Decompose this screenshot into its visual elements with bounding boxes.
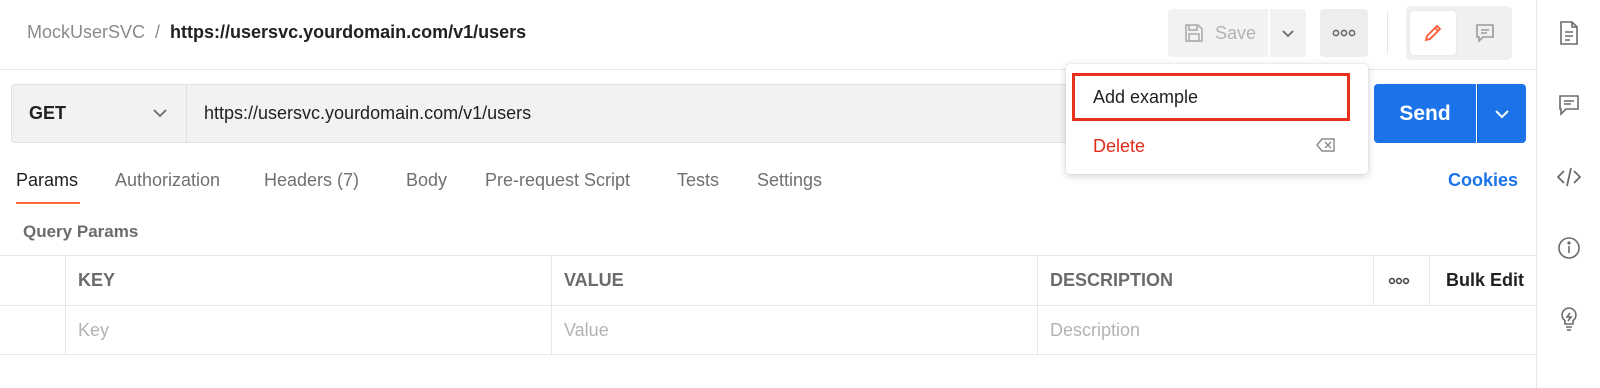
documentation-button[interactable] — [1554, 18, 1584, 48]
document-icon — [1560, 21, 1578, 45]
more-icon — [1388, 277, 1410, 284]
comment-icon — [1476, 24, 1494, 43]
tab-headers[interactable]: Headers (7) — [264, 170, 359, 206]
right-sidebar — [1536, 0, 1600, 388]
description-input[interactable]: Description — [1038, 306, 1528, 355]
edit-mode-button[interactable] — [1410, 11, 1456, 55]
save-button[interactable]: Save — [1168, 9, 1268, 57]
pencil-icon — [1424, 24, 1442, 42]
chevron-down-icon — [1495, 109, 1509, 118]
toolbar-divider — [1387, 12, 1388, 54]
code-icon — [1557, 167, 1581, 187]
tab-body[interactable]: Body — [406, 170, 447, 206]
comment-mode-button[interactable] — [1462, 11, 1508, 55]
breadcrumb-separator: / — [155, 22, 161, 42]
backspace-icon — [1316, 137, 1336, 158]
code-snippet-button[interactable] — [1554, 162, 1584, 192]
menu-item-delete-label: Delete — [1093, 135, 1146, 156]
table-row: Key Value Description — [0, 305, 1536, 355]
column-header-description: DESCRIPTION — [1050, 270, 1174, 290]
cookies-link[interactable]: Cookies — [1448, 170, 1518, 191]
top-bar: MockUserSVC / https://usersvc.yourdomain… — [0, 0, 1536, 70]
info-button[interactable] — [1554, 233, 1584, 263]
save-icon — [1185, 24, 1203, 42]
breadcrumb-collection[interactable]: MockUserSVC — [27, 22, 145, 43]
tab-settings[interactable]: Settings — [757, 170, 822, 206]
column-header-value: VALUE — [564, 270, 624, 290]
tab-tests[interactable]: Tests — [677, 170, 719, 206]
request-editor: MockUserSVC / https://usersvc.yourdomain… — [0, 0, 1536, 388]
send-options-button[interactable] — [1477, 84, 1526, 143]
more-actions-button[interactable] — [1320, 9, 1368, 57]
view-mode-toggle — [1406, 6, 1512, 60]
lightbulb-icon — [1561, 307, 1577, 331]
column-header-key: KEY — [78, 270, 116, 290]
info-icon — [1558, 237, 1580, 259]
more-actions-menu: Add example Delete — [1066, 64, 1368, 174]
comments-icon — [1559, 95, 1579, 116]
tab-pre-request-script[interactable]: Pre-request Script — [485, 170, 630, 206]
table-header-row: KEY VALUE DESCRIPTION Bulk Edit — [0, 255, 1536, 305]
tab-params[interactable]: Params — [16, 170, 78, 206]
active-tab-indicator — [16, 202, 80, 204]
comments-button[interactable] — [1554, 90, 1584, 120]
tab-authorization[interactable]: Authorization — [115, 170, 220, 206]
value-input[interactable]: Value — [552, 306, 1037, 355]
more-icon — [1332, 29, 1356, 37]
chevron-down-icon — [152, 105, 168, 126]
table-options-button[interactable] — [1374, 256, 1429, 305]
bulk-edit-button[interactable]: Bulk Edit — [1430, 256, 1524, 305]
method-select[interactable]: GET — [11, 84, 186, 143]
method-value: GET — [29, 103, 67, 123]
send-button[interactable]: Send — [1374, 84, 1476, 143]
chevron-down-icon — [1282, 30, 1294, 38]
menu-item-delete[interactable]: Delete — [1072, 124, 1350, 168]
save-options-button[interactable] — [1270, 9, 1306, 57]
query-params-title: Query Params — [23, 222, 139, 241]
breadcrumb-request-name[interactable]: https://usersvc.yourdomain.com/v1/users — [170, 22, 526, 43]
suggestions-button[interactable] — [1554, 304, 1584, 334]
save-label: Save — [1215, 22, 1257, 43]
breadcrumb: MockUserSVC / https://usersvc.yourdomain… — [27, 22, 526, 43]
key-input[interactable]: Key — [66, 306, 551, 355]
menu-item-add-example[interactable]: Add example — [1072, 73, 1350, 121]
